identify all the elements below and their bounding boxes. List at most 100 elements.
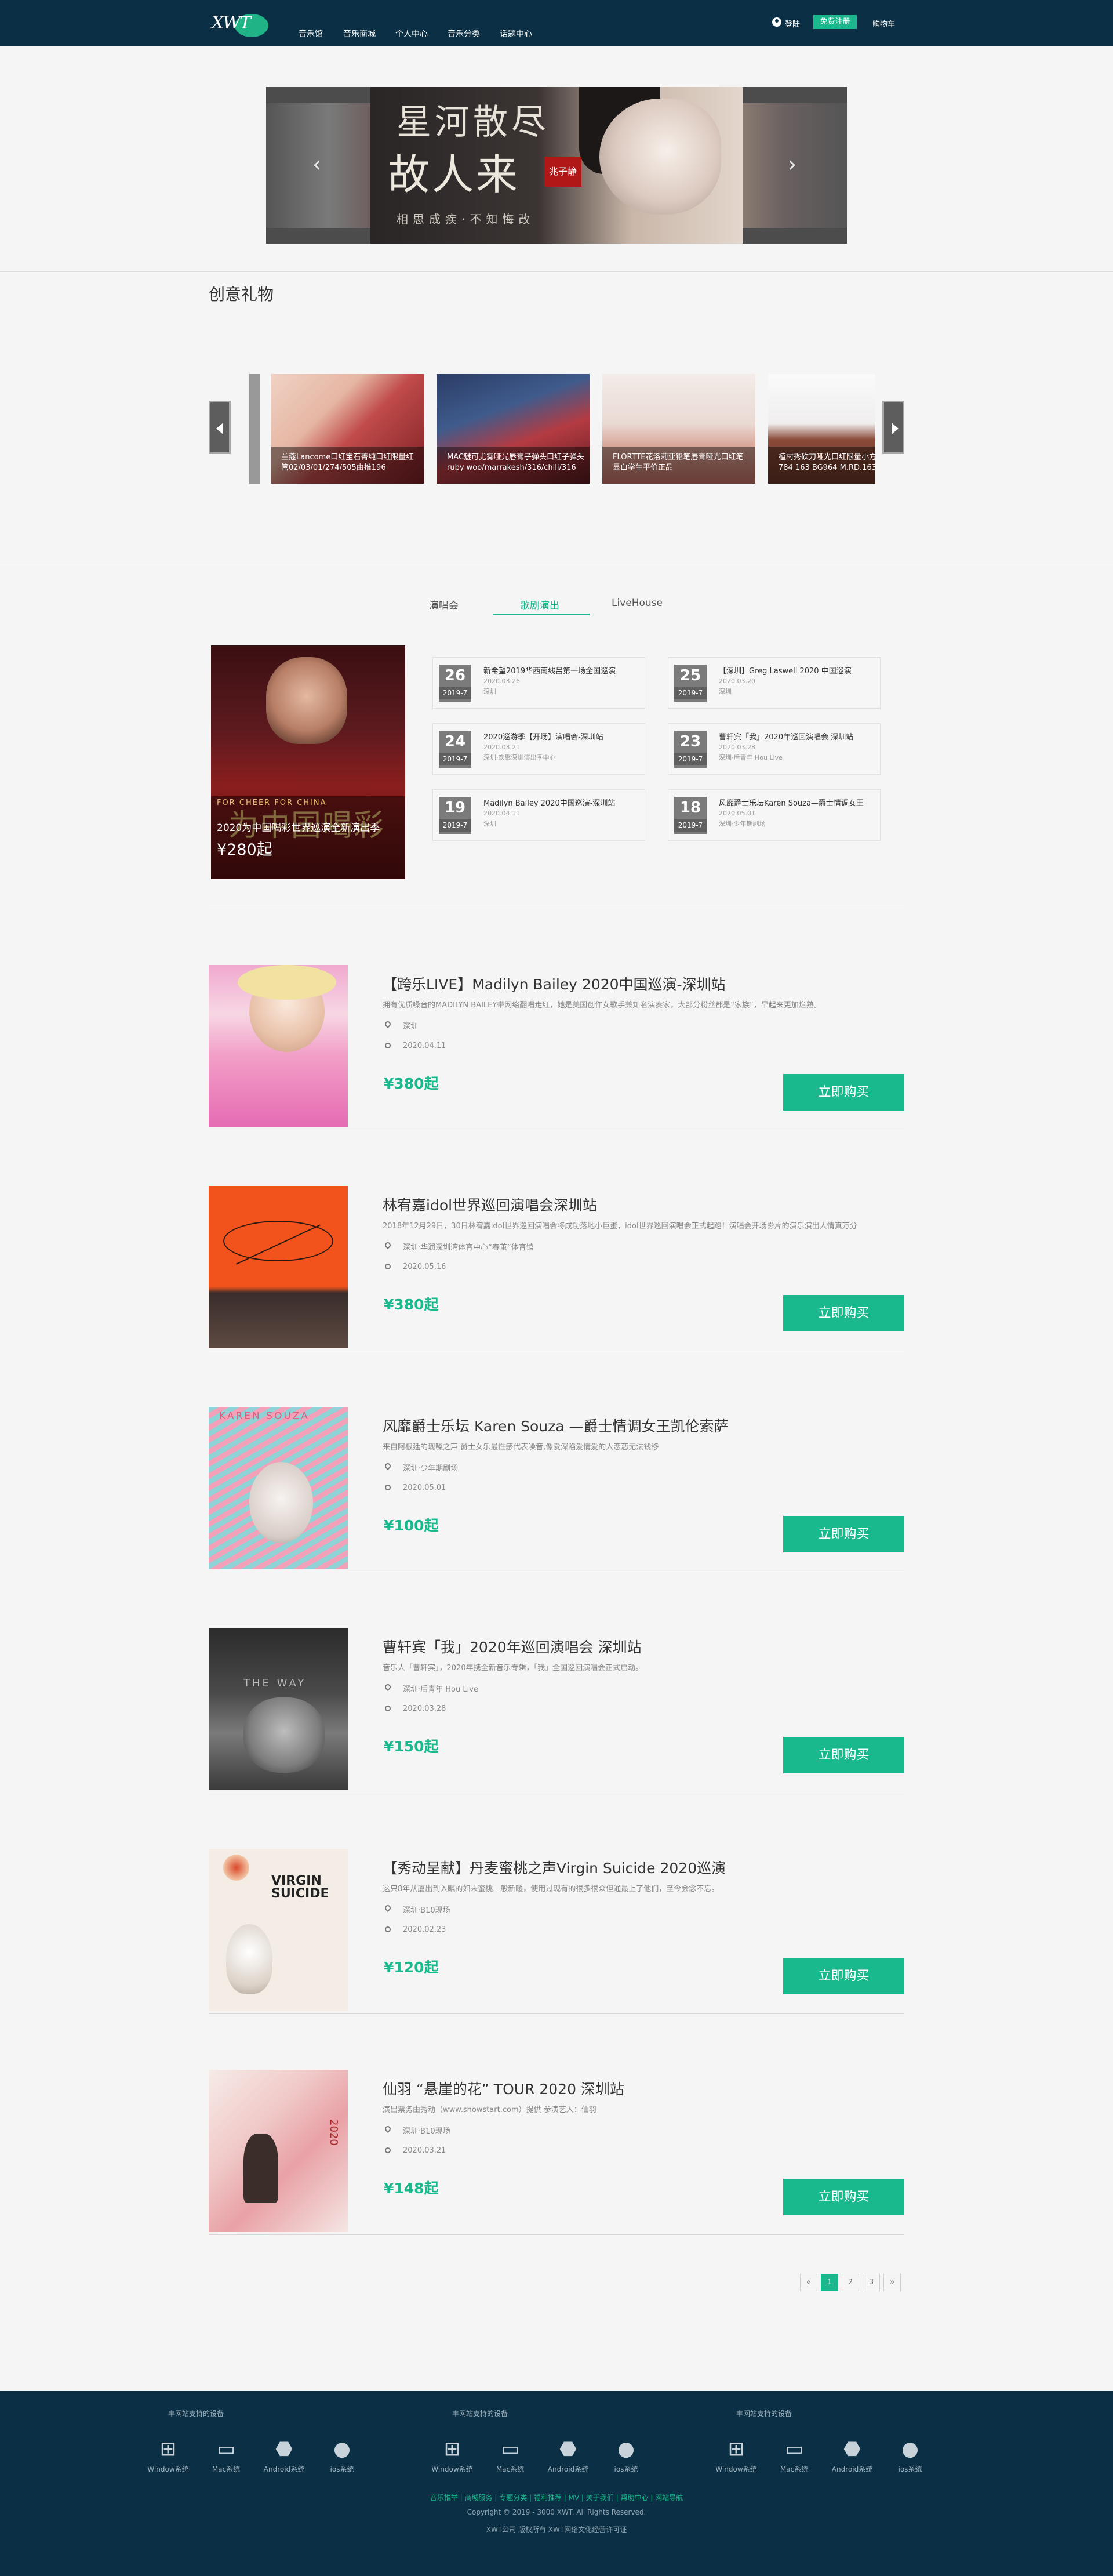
event-description: 拥有优质嗓音的MADILYN BAILEY带网络翻唱走红，她是美国创作女歌手兼知… <box>383 1001 821 1010</box>
event-poster[interactable]: VIRGIN SUICIDE <box>209 1849 348 2011</box>
event-date: 2020.03.21 <box>403 2146 446 2155</box>
banner-prev-arrow-icon[interactable]: ‹ <box>312 153 321 176</box>
gift-prev-button[interactable] <box>209 401 231 454</box>
device-android[interactable]: ⬣ Android系统 <box>261 2437 307 2474</box>
event-card[interactable]: 23 2019-7 曹轩宾「我」2020年巡回演唱会 深圳站 2020.03.28… <box>668 723 881 775</box>
banner-next-arrow-icon[interactable]: › <box>788 153 796 176</box>
windows-icon: ⊞ <box>443 2437 461 2461</box>
nav-link-music-store[interactable]: 音乐商城 <box>343 28 376 39</box>
nav-link-topic-center[interactable]: 话题中心 <box>500 28 532 39</box>
event-poster[interactable] <box>209 965 348 1127</box>
event-poster[interactable]: KAREN SOUZA <box>209 1407 348 1569</box>
nav-link-music-category[interactable]: 音乐分类 <box>448 28 480 39</box>
event-title[interactable]: 风靡爵士乐坛 Karen Souza —爵士情调女王凯伦索萨 <box>383 1415 729 1436</box>
login-link[interactable]: 登陆 <box>785 18 800 29</box>
pagination-page-3[interactable]: 3 <box>863 2274 880 2291</box>
page-root: XWT 音乐馆 音乐商城 个人中心 音乐分类 话题中心 登陆 免费注册 购物车 … <box>0 0 1113 2576</box>
banner-line-3: 相思成疾·不知悔改 <box>397 212 535 226</box>
device-windows[interactable]: ⊞ Window系统 <box>145 2437 191 2474</box>
buy-now-button[interactable]: 立即购买 <box>783 2179 904 2215</box>
event-title[interactable]: 【跨乐LIVE】Madilyn Bailey 2020中国巡演-深圳站 <box>383 973 726 994</box>
device-mac[interactable]: ▭ Mac系统 <box>487 2437 533 2474</box>
device-ios[interactable]: ● ios系统 <box>603 2437 649 2474</box>
gift-card-partial <box>249 374 260 484</box>
event-card[interactable]: 24 2019-7 2020巡游季【开场】演唱会-深圳站 2020.03.21 深… <box>432 723 645 775</box>
event-poster[interactable]: 2020 <box>209 2070 348 2232</box>
pagination-next[interactable]: » <box>883 2274 901 2291</box>
gift-card[interactable]: FLORTTE花洛莉亚铅笔唇膏哑光口红笔显白学生平价正品 <box>602 374 755 484</box>
event-card[interactable]: 19 2019-7 Madilyn Bailey 2020中国巡演-深圳站 202… <box>432 789 645 841</box>
device-ios[interactable]: ● ios系统 <box>319 2437 365 2474</box>
event-title[interactable]: 林宥嘉idol世界巡回演唱会深圳站 <box>383 1194 597 1215</box>
footer-column-title: 丰网站支持的设备 <box>168 2410 224 2418</box>
device-label: Android系统 <box>263 2465 305 2473</box>
device-label: ios系统 <box>898 2465 922 2473</box>
event-title: 风靡爵士乐坛Karen Souza—爵士情调女王 <box>719 799 864 808</box>
device-windows[interactable]: ⊞ Window系统 <box>429 2437 475 2474</box>
featured-image <box>266 657 347 744</box>
device-mac[interactable]: ▭ Mac系统 <box>771 2437 817 2474</box>
device-label: Mac系统 <box>496 2465 525 2473</box>
event-date: 2020.03.26 <box>483 677 520 685</box>
device-mac[interactable]: ▭ Mac系统 <box>203 2437 249 2474</box>
tab-opera[interactable]: 歌剧演出 <box>520 597 559 612</box>
event-title[interactable]: 仙羽 “悬崖的花” TOUR 2020 深圳站 <box>383 2078 624 2099</box>
nav-link-personal-center[interactable]: 个人中心 <box>395 28 428 39</box>
event-venue: 深圳·华润深圳湾体育中心“春茧”体育馆 <box>403 1243 534 1252</box>
event-card[interactable]: 26 2019-7 新希望2019华西南线吕第一场全国巡演 2020.03.26 … <box>432 657 645 709</box>
device-android[interactable]: ⬣ Android系统 <box>829 2437 875 2474</box>
gift-card[interactable]: 兰蔻Lancome口红宝石菁纯口红限量红管02/03/01/274/505由推1… <box>271 374 424 484</box>
pagination-page-1[interactable]: 1 <box>821 2274 838 2291</box>
pagination-page-2[interactable]: 2 <box>842 2274 859 2291</box>
device-android[interactable]: ⬣ Android系统 <box>545 2437 591 2474</box>
featured-art-subtitle: FOR CHEER FOR CHINA <box>217 799 327 807</box>
footer-copyright: Copyright © 2019 - 3000 XWT. All Rights … <box>467 2508 646 2516</box>
event-title: Madilyn Bailey 2020中国巡演-深圳站 <box>483 799 616 808</box>
pagination-prev[interactable]: « <box>800 2274 817 2291</box>
tab-livehouse[interactable]: LiveHouse <box>612 597 663 609</box>
nav-link-music-hall[interactable]: 音乐馆 <box>299 28 323 39</box>
register-button[interactable]: 免费注册 <box>813 15 857 29</box>
event-title: 2020巡游季【开场】演唱会-深圳站 <box>483 733 603 742</box>
buy-now-button[interactable]: 立即购买 <box>783 1295 904 1331</box>
event-card[interactable]: 18 2019-7 风靡爵士乐坛Karen Souza—爵士情调女王 2020.0… <box>668 789 881 841</box>
gift-card[interactable]: 植村秀砍刀哑光口红限量小方管M.BR 784 163 BG964 M.RD.16… <box>768 374 875 484</box>
poster-art-text: THE WAY <box>243 1677 307 1689</box>
device-label: Android系统 <box>831 2465 873 2473</box>
buy-now-button[interactable]: 立即购买 <box>783 1737 904 1773</box>
footer-column-title: 丰网站支持的设备 <box>736 2410 792 2418</box>
event-venue: 深圳·少年期剧场 <box>719 820 766 828</box>
location-icon <box>383 2124 392 2134</box>
device-label: ios系统 <box>614 2465 638 2473</box>
event-price: ¥148起 <box>384 2180 439 2197</box>
event-title: 曹轩宾「我」2020年巡回演唱会 深圳站 <box>719 733 854 742</box>
event-poster[interactable] <box>209 1186 348 1348</box>
event-date: 2020.02.23 <box>403 1925 446 1934</box>
logo[interactable]: XWT <box>212 8 270 38</box>
buy-now-button[interactable]: 立即购买 <box>783 1958 904 1994</box>
list-item: 2020 仙羽 “悬崖的花” TOUR 2020 深圳站 演出票务由秀动（www… <box>209 2070 904 2235</box>
device-windows[interactable]: ⊞ Window系统 <box>713 2437 759 2474</box>
event-title[interactable]: 【秀动呈献】丹麦蜜桃之声Virgin Suicide 2020巡演 <box>383 1857 726 1878</box>
tab-concert[interactable]: 演唱会 <box>429 597 459 612</box>
event-price: ¥100起 <box>384 1517 439 1534</box>
event-title[interactable]: 曹轩宾「我」2020年巡回演唱会 深圳站 <box>383 1636 642 1657</box>
event-month: 2019-7 <box>674 687 707 699</box>
cart-link[interactable]: 购物车 <box>872 18 895 29</box>
location-icon <box>383 1903 392 1913</box>
buy-now-button[interactable]: 立即购买 <box>783 1074 904 1111</box>
event-poster[interactable]: THE WAY <box>209 1628 348 1790</box>
gift-next-button[interactable] <box>882 401 904 454</box>
gift-card[interactable]: MAC魅可尤雾哑光唇膏子弹头口红子弹头ruby woo/marrakesh/31… <box>437 374 590 484</box>
footer-links[interactable]: 音乐推举 | 商城服务 | 专题分类 | 福利推荐 | MV | 关于我们 | … <box>0 2492 1113 2502</box>
event-day: 18 <box>679 799 701 817</box>
poster-art-text: VIRGIN SUICIDE <box>271 1874 329 1901</box>
android-icon: ⬣ <box>559 2437 577 2461</box>
device-ios[interactable]: ● ios系统 <box>887 2437 933 2474</box>
event-card[interactable]: 25 2019-7 【深圳】Greg Laswell 2020 中国巡演 2020… <box>668 657 881 709</box>
event-month: 2019-7 <box>674 753 707 765</box>
featured-event[interactable]: 为中国喝彩 FOR CHEER FOR CHINA 2020为中国喝彩世界巡演全… <box>211 645 405 879</box>
buy-now-button[interactable]: 立即购买 <box>783 1516 904 1552</box>
banner-main-slide[interactable]: 星河散尽 故人来 兆子静 相思成疾·不知悔改 <box>370 87 743 244</box>
banner-seal: 兆子静 <box>544 157 581 187</box>
